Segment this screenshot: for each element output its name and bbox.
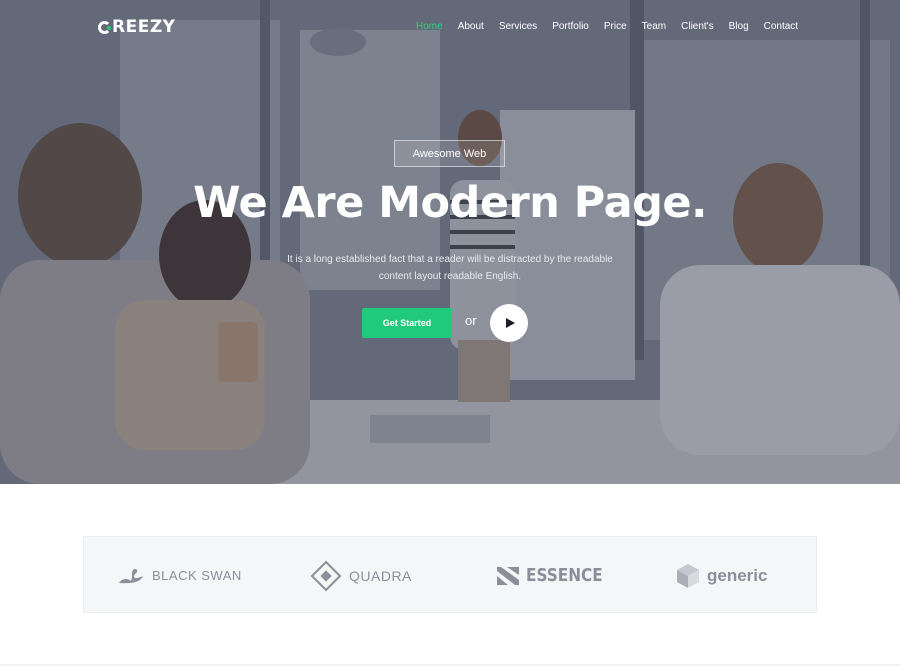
client-name: BLACK SWAN — [152, 568, 242, 583]
client-logos-strip: BLACK SWAN QUADRA ESSENCE generic — [83, 536, 817, 613]
hero-badge: Awesome Web — [394, 140, 505, 167]
client-name: ESSENCE — [526, 565, 603, 586]
nav-item-about[interactable]: About — [458, 21, 484, 32]
main-menu: Home About Services Portfolio Price Team… — [416, 21, 813, 32]
essence-icon — [497, 566, 519, 585]
brand-logo[interactable]: REEZY — [98, 17, 175, 37]
diamond-icon — [310, 560, 342, 591]
or-label: or — [465, 313, 477, 328]
get-started-button[interactable]: Get Started — [362, 308, 452, 338]
client-name: generic — [707, 565, 768, 585]
cube-icon — [677, 563, 699, 588]
hero-overlay — [0, 0, 900, 484]
nav-item-services[interactable]: Services — [499, 21, 537, 32]
hero-headline: We Are Modern Page. — [193, 178, 707, 228]
client-logo-quadra: QUADRA — [310, 537, 412, 614]
swan-icon — [119, 568, 143, 583]
hero-subtext-line-1: It is a long established fact that a rea… — [287, 254, 613, 265]
brand-logo-text: REEZY — [112, 17, 176, 37]
play-icon — [506, 318, 515, 328]
top-navbar: REEZY Home About Services Portfolio Pric… — [0, 0, 900, 56]
hero-subtext: It is a long established fact that a rea… — [260, 251, 640, 285]
nav-item-contact[interactable]: Contact — [764, 21, 798, 32]
client-name: QUADRA — [349, 567, 412, 584]
client-logo-essence: ESSENCE — [497, 537, 616, 614]
nav-item-portfolio[interactable]: Portfolio — [552, 21, 589, 32]
nav-item-blog[interactable]: Blog — [729, 21, 749, 32]
logo-c-icon — [98, 20, 111, 34]
client-logo-generic: generic — [676, 537, 767, 614]
nav-item-team[interactable]: Team — [642, 21, 666, 32]
nav-item-price[interactable]: Price — [604, 21, 627, 32]
hero-subtext-line-2: content layout readable English. — [378, 271, 522, 282]
nav-item-home[interactable]: Home — [416, 21, 443, 32]
nav-item-clients[interactable]: Client's — [681, 21, 713, 32]
hero-section: REEZY Home About Services Portfolio Pric… — [0, 0, 900, 484]
play-video-button[interactable] — [490, 304, 528, 342]
client-logo-black-swan: BLACK SWAN — [117, 537, 242, 614]
